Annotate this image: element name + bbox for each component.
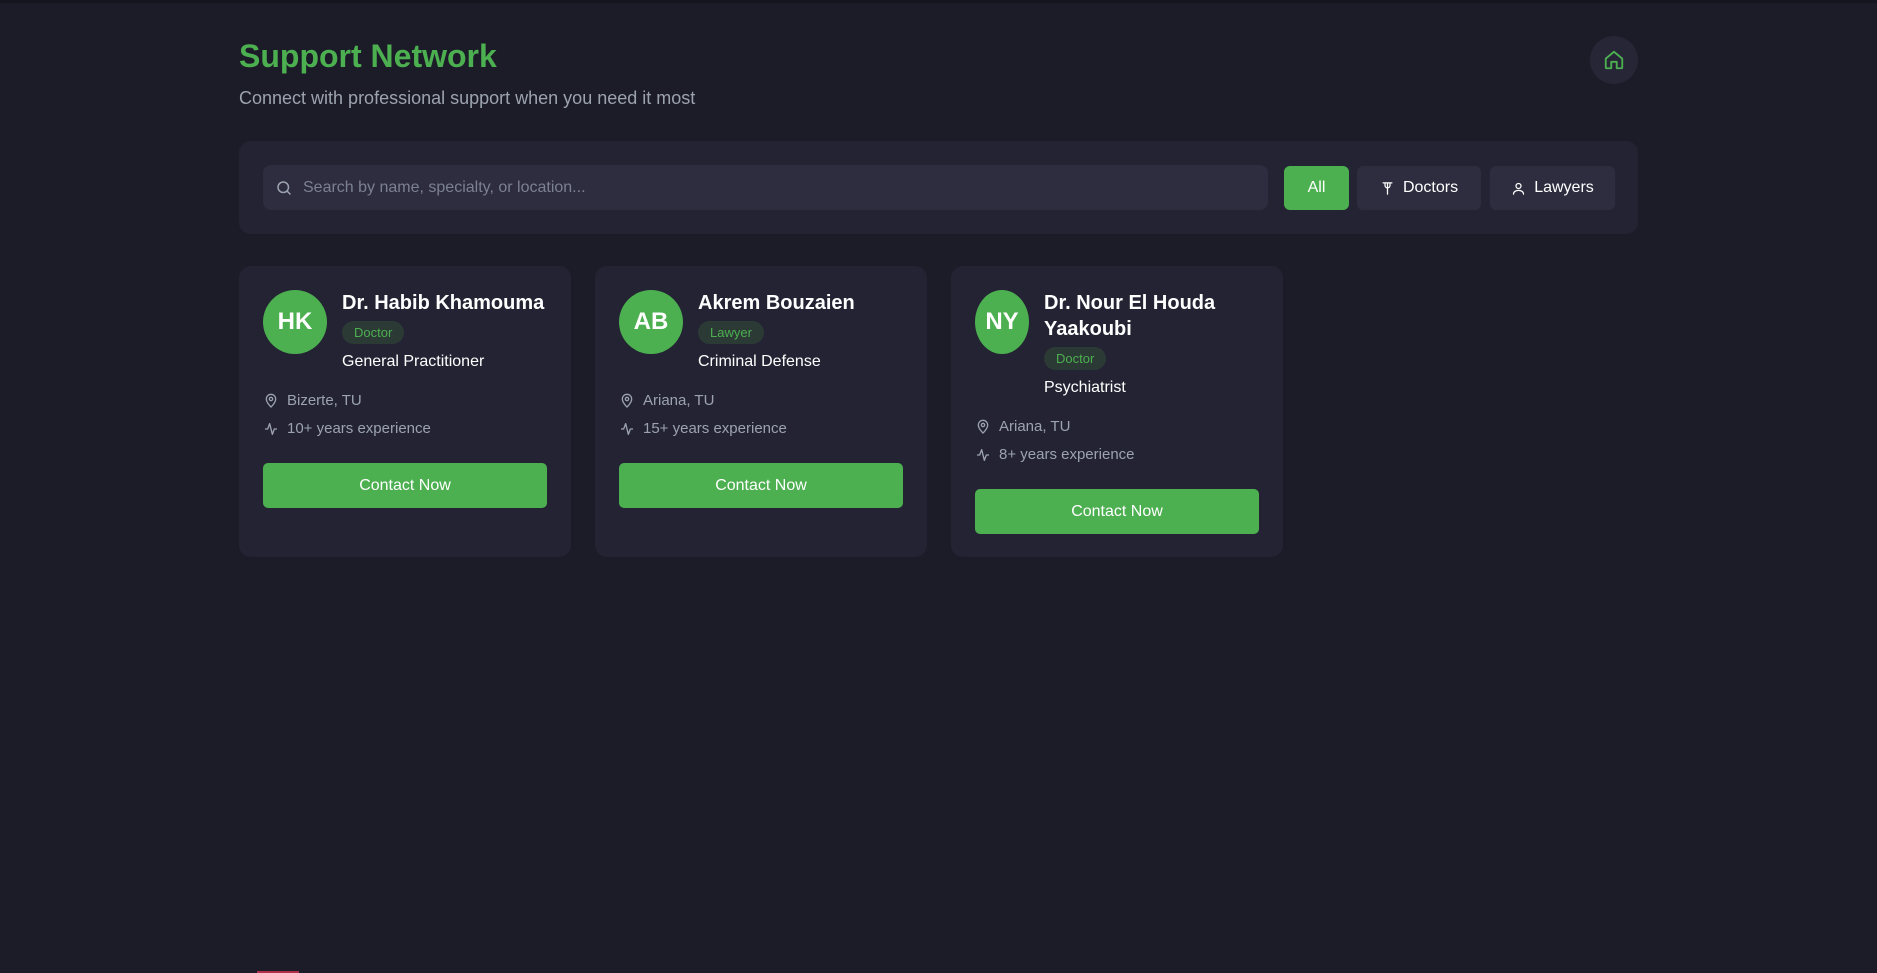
search-input[interactable]: [293, 164, 1268, 211]
avatar: NY: [975, 290, 1029, 354]
specialty: General Practitioner: [342, 353, 485, 370]
professional-card: NY Dr. Nour El Houda Yaakoubi Doctor Psy…: [951, 266, 1283, 557]
avatar: HK: [263, 290, 327, 354]
filter-lawyers-label: Lawyers: [1534, 179, 1594, 196]
experience-text: 10+ years experience: [287, 420, 431, 437]
location-text: Ariana, TU: [643, 392, 715, 409]
map-pin-icon: [621, 393, 633, 408]
contact-now-button[interactable]: Contact Now: [263, 463, 547, 508]
map-pin-icon: [265, 393, 277, 408]
type-badge: Doctor: [1044, 347, 1107, 370]
activity-icon: [621, 422, 633, 435]
card-info: Dr. Nour El Houda Yaakoubi Doctor Psychi…: [1044, 290, 1269, 397]
specialty: Criminal Defense: [698, 353, 821, 370]
card-info: Dr. Habib Khamouma Doctor General Practi…: [342, 290, 557, 371]
filter-panel: All Doctors Lawyers: [239, 141, 1638, 234]
experience-row: 10+ years experience: [263, 420, 431, 437]
experience-text: 15+ years experience: [643, 420, 787, 437]
professional-name: Dr. Habib Khamouma: [342, 292, 545, 314]
specialty: Psychiatrist: [1044, 379, 1126, 396]
map-pin-icon: [977, 419, 989, 434]
page-subtitle: Connect with professional support when y…: [239, 88, 696, 108]
avatar: AB: [619, 290, 683, 354]
top-border: [0, 0, 1877, 3]
contact-now-button[interactable]: Contact Now: [975, 489, 1259, 534]
page-title: Support Network: [239, 38, 497, 74]
type-badge: Doctor: [342, 321, 405, 344]
location-row: Ariana, TU: [619, 392, 714, 409]
home-button[interactable]: [1590, 36, 1638, 84]
search-icon: [275, 179, 293, 197]
experience-row: 8+ years experience: [975, 446, 1135, 463]
filter-lawyers-button[interactable]: Lawyers: [1490, 166, 1615, 210]
filter-doctors-button[interactable]: Doctors: [1357, 166, 1481, 210]
location-text: Bizerte, TU: [287, 392, 362, 409]
home-icon: [1604, 50, 1624, 70]
activity-icon: [265, 422, 277, 435]
experience-row: 15+ years experience: [619, 420, 787, 437]
activity-icon: [977, 448, 989, 461]
type-badge: Lawyer: [698, 321, 764, 344]
filter-all-button[interactable]: All: [1284, 166, 1349, 210]
card-info: Akrem Bouzaien Lawyer Criminal Defense: [698, 290, 913, 371]
location-row: Ariana, TU: [975, 418, 1070, 435]
professional-card: AB Akrem Bouzaien Lawyer Criminal Defens…: [595, 266, 927, 557]
experience-text: 8+ years experience: [999, 446, 1135, 463]
professional-card: HK Dr. Habib Khamouma Doctor General Pra…: [239, 266, 571, 557]
filter-all-label: All: [1307, 179, 1326, 196]
location-text: Ariana, TU: [999, 418, 1071, 435]
user-icon: [1513, 182, 1525, 195]
location-row: Bizerte, TU: [263, 392, 362, 409]
professional-name: Dr. Nour El Houda Yaakoubi: [1044, 292, 1216, 340]
contact-now-button[interactable]: Contact Now: [619, 463, 903, 508]
stethoscope-icon: [1382, 181, 1393, 195]
professional-name: Akrem Bouzaien: [698, 292, 855, 314]
filter-doctors-label: Doctors: [1402, 179, 1459, 196]
search-box[interactable]: [263, 164, 1268, 211]
